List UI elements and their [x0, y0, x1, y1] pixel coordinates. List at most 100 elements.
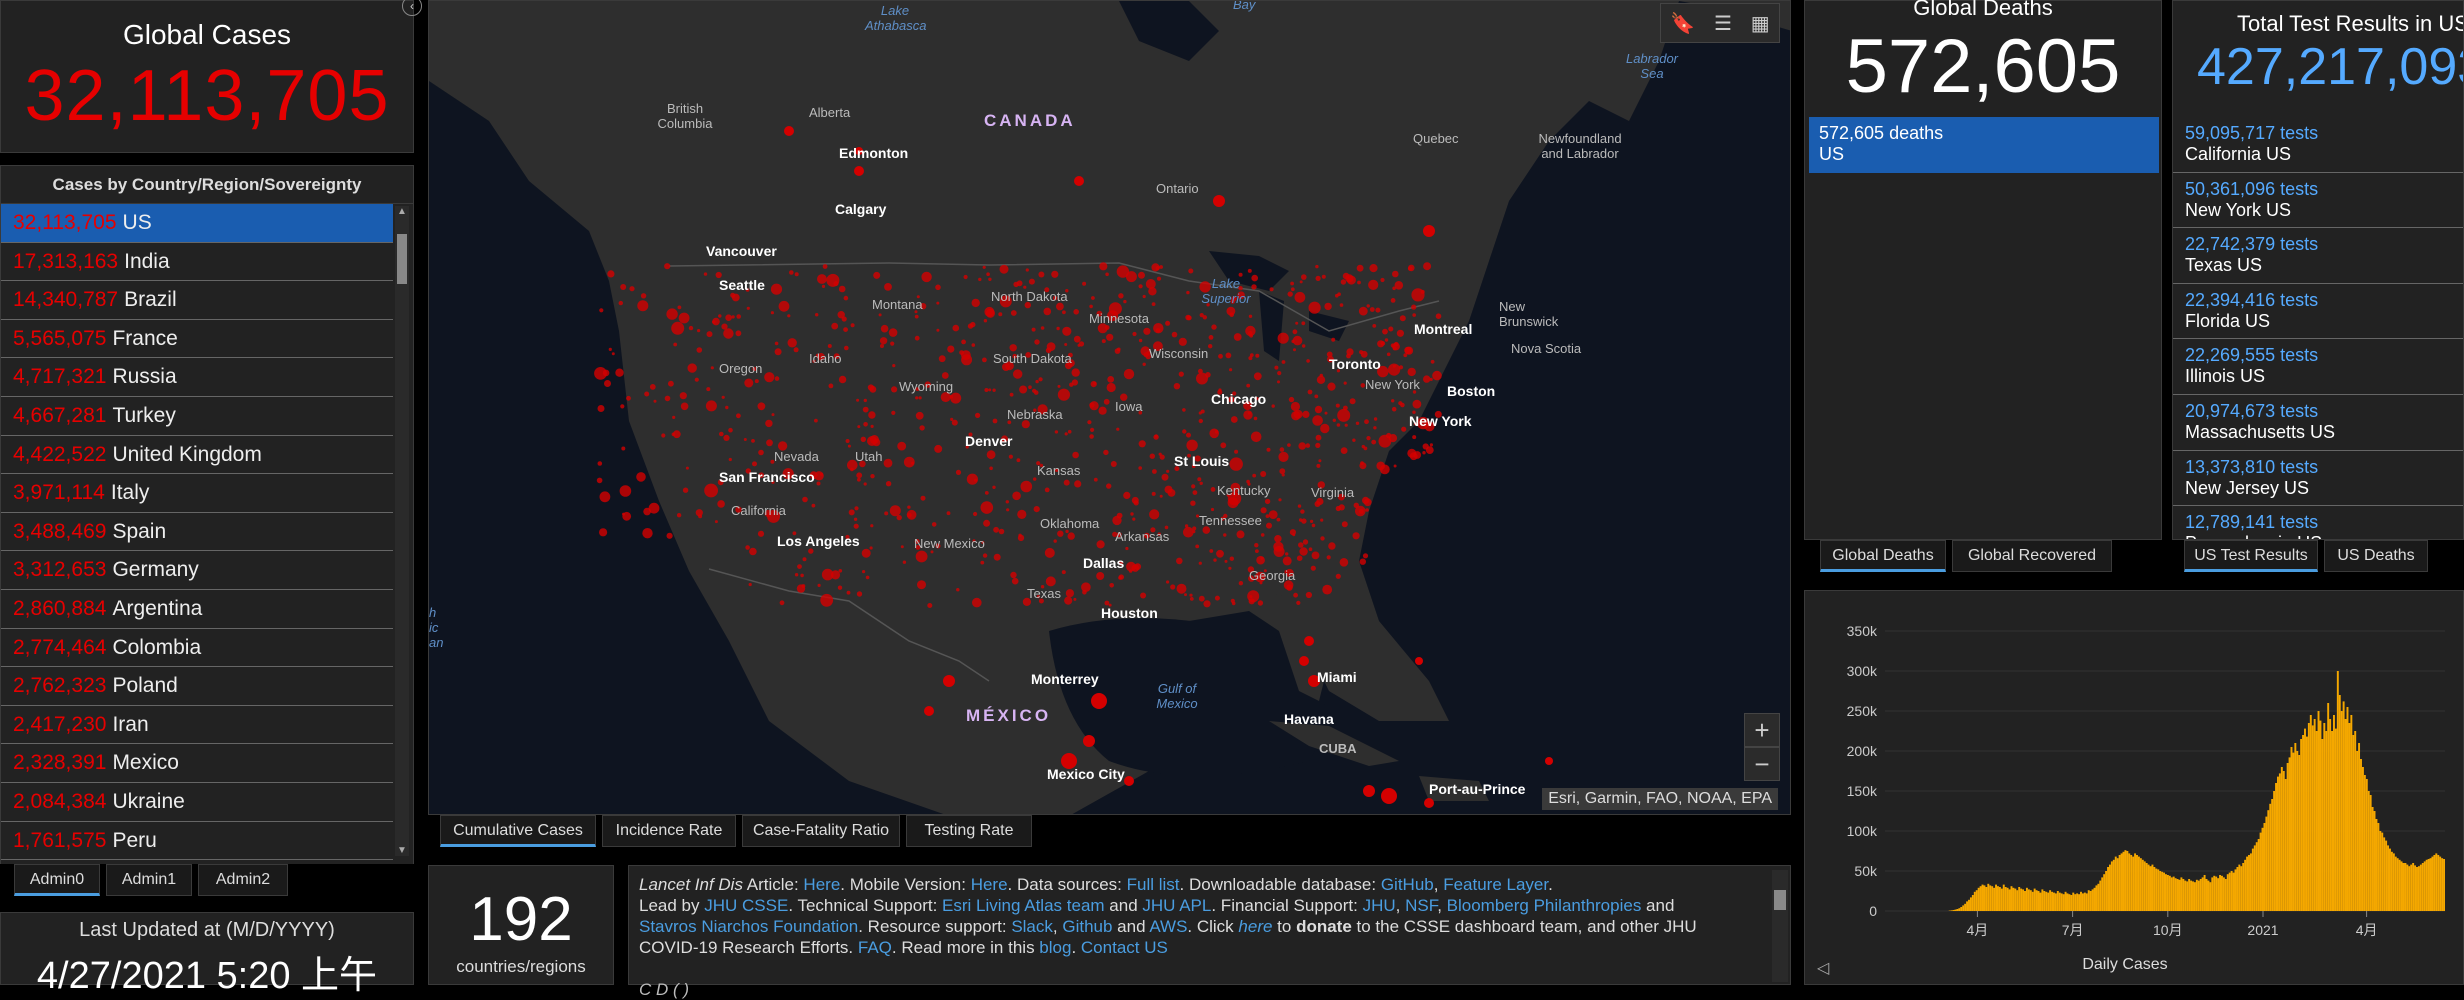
case-dot[interactable]	[1393, 346, 1397, 350]
case-dot[interactable]	[866, 576, 870, 580]
chart-bar[interactable]	[2206, 879, 2208, 911]
case-dot[interactable]	[1045, 488, 1050, 493]
case-dot[interactable]	[1432, 371, 1442, 381]
case-dot[interactable]	[600, 491, 611, 502]
case-dot[interactable]	[1188, 269, 1193, 274]
scroll-thumb[interactable]	[397, 234, 407, 284]
case-dot[interactable]	[665, 396, 671, 402]
case-dot[interactable]	[1325, 412, 1328, 415]
chart-bar[interactable]	[2316, 731, 2318, 911]
case-dot[interactable]	[864, 482, 867, 485]
case-dot[interactable]	[1017, 280, 1023, 286]
case-dot[interactable]	[758, 402, 766, 410]
case-dot[interactable]	[1308, 390, 1313, 395]
chart-bar[interactable]	[2209, 882, 2211, 911]
chart-bar[interactable]	[2233, 873, 2235, 911]
case-dot[interactable]	[980, 561, 984, 565]
chart-bar[interactable]	[2308, 723, 2310, 911]
case-dot[interactable]	[649, 503, 660, 514]
case-dot[interactable]	[1179, 338, 1187, 346]
case-dot[interactable]	[1034, 339, 1039, 344]
case-dot[interactable]	[1011, 310, 1017, 316]
case-dot[interactable]	[839, 286, 846, 293]
chart-bar[interactable]	[2119, 855, 2121, 911]
chart-bar[interactable]	[2379, 831, 2381, 911]
case-dot[interactable]	[857, 425, 860, 428]
case-dot[interactable]	[667, 533, 673, 539]
chart-bar[interactable]	[2041, 889, 2043, 911]
case-dot[interactable]	[766, 439, 773, 446]
case-dot[interactable]	[1359, 307, 1368, 316]
chart-bar[interactable]	[2182, 879, 2184, 911]
chart-bar[interactable]	[2088, 890, 2090, 911]
case-dot[interactable]	[1055, 430, 1058, 433]
chart-bar[interactable]	[2254, 845, 2256, 911]
chart-bar[interactable]	[2151, 865, 2153, 911]
case-dot[interactable]	[1328, 542, 1335, 549]
case-dot[interactable]	[1415, 657, 1423, 665]
case-dot[interactable]	[890, 342, 894, 346]
case-dot[interactable]	[681, 403, 689, 411]
case-dot[interactable]	[1306, 443, 1311, 448]
case-dot[interactable]	[1000, 265, 1009, 274]
case-dot[interactable]	[921, 496, 926, 501]
case-dot[interactable]	[1196, 373, 1208, 385]
case-dot[interactable]	[1046, 576, 1056, 586]
case-dot[interactable]	[1312, 415, 1323, 426]
case-dot[interactable]	[1400, 315, 1406, 321]
case-dot[interactable]	[775, 348, 782, 355]
case-dot[interactable]	[1199, 419, 1203, 423]
chart-bar[interactable]	[2431, 857, 2433, 911]
case-dot[interactable]	[1057, 531, 1063, 537]
case-dot[interactable]	[1172, 332, 1178, 338]
list-icon[interactable]: ☰	[1714, 11, 1732, 36]
case-dot[interactable]	[1298, 542, 1304, 548]
case-dot[interactable]	[1249, 598, 1255, 604]
case-dot[interactable]	[1209, 429, 1219, 439]
chart-bar[interactable]	[2016, 890, 2018, 911]
chart-bar[interactable]	[2124, 850, 2126, 911]
slack-link[interactable]: Slack	[1011, 917, 1053, 936]
case-dot[interactable]	[915, 336, 920, 341]
case-dot[interactable]	[1381, 788, 1397, 804]
case-dot[interactable]	[983, 520, 990, 527]
case-dot[interactable]	[1393, 365, 1396, 368]
chart-bar[interactable]	[2211, 877, 2213, 911]
case-dot[interactable]	[1038, 272, 1044, 278]
case-dot[interactable]	[1369, 264, 1377, 272]
chart-bar[interactable]	[2283, 771, 2285, 911]
case-dot[interactable]	[1423, 225, 1435, 237]
case-dot[interactable]	[1106, 483, 1111, 488]
case-dot[interactable]	[916, 551, 928, 563]
case-dot[interactable]	[863, 407, 869, 413]
case-dot[interactable]	[861, 437, 866, 442]
case-dot[interactable]	[1117, 265, 1129, 277]
case-dot[interactable]	[947, 511, 951, 515]
case-dot[interactable]	[607, 270, 614, 277]
chart-bar[interactable]	[2403, 863, 2405, 911]
chart-bar[interactable]	[1953, 910, 1955, 911]
case-dot[interactable]	[1397, 330, 1404, 337]
case-dot[interactable]	[1430, 378, 1433, 381]
country-list-item[interactable]: 2,417,230Iran	[1, 706, 393, 745]
case-dot[interactable]	[1130, 512, 1133, 515]
chart-bar[interactable]	[2422, 863, 2424, 911]
case-dot[interactable]	[1232, 602, 1236, 606]
case-dot[interactable]	[1237, 530, 1245, 538]
case-dot[interactable]	[1199, 596, 1205, 602]
chart-bar[interactable]	[2352, 735, 2354, 911]
case-dot[interactable]	[1072, 368, 1080, 376]
chart-bar[interactable]	[2076, 893, 2078, 911]
tab-us-deaths[interactable]: US Deaths	[2324, 540, 2428, 572]
case-dot[interactable]	[1341, 447, 1348, 454]
chart-bar[interactable]	[2385, 841, 2387, 911]
chart-bar[interactable]	[2271, 799, 2273, 911]
case-dot[interactable]	[1254, 417, 1258, 421]
case-dot[interactable]	[1231, 416, 1238, 423]
case-dot[interactable]	[1056, 327, 1059, 330]
case-dot[interactable]	[943, 675, 955, 687]
case-dot[interactable]	[650, 384, 656, 390]
chart-bar[interactable]	[2039, 893, 2041, 911]
case-dot[interactable]	[862, 570, 865, 573]
chart-bar[interactable]	[2397, 858, 2399, 911]
